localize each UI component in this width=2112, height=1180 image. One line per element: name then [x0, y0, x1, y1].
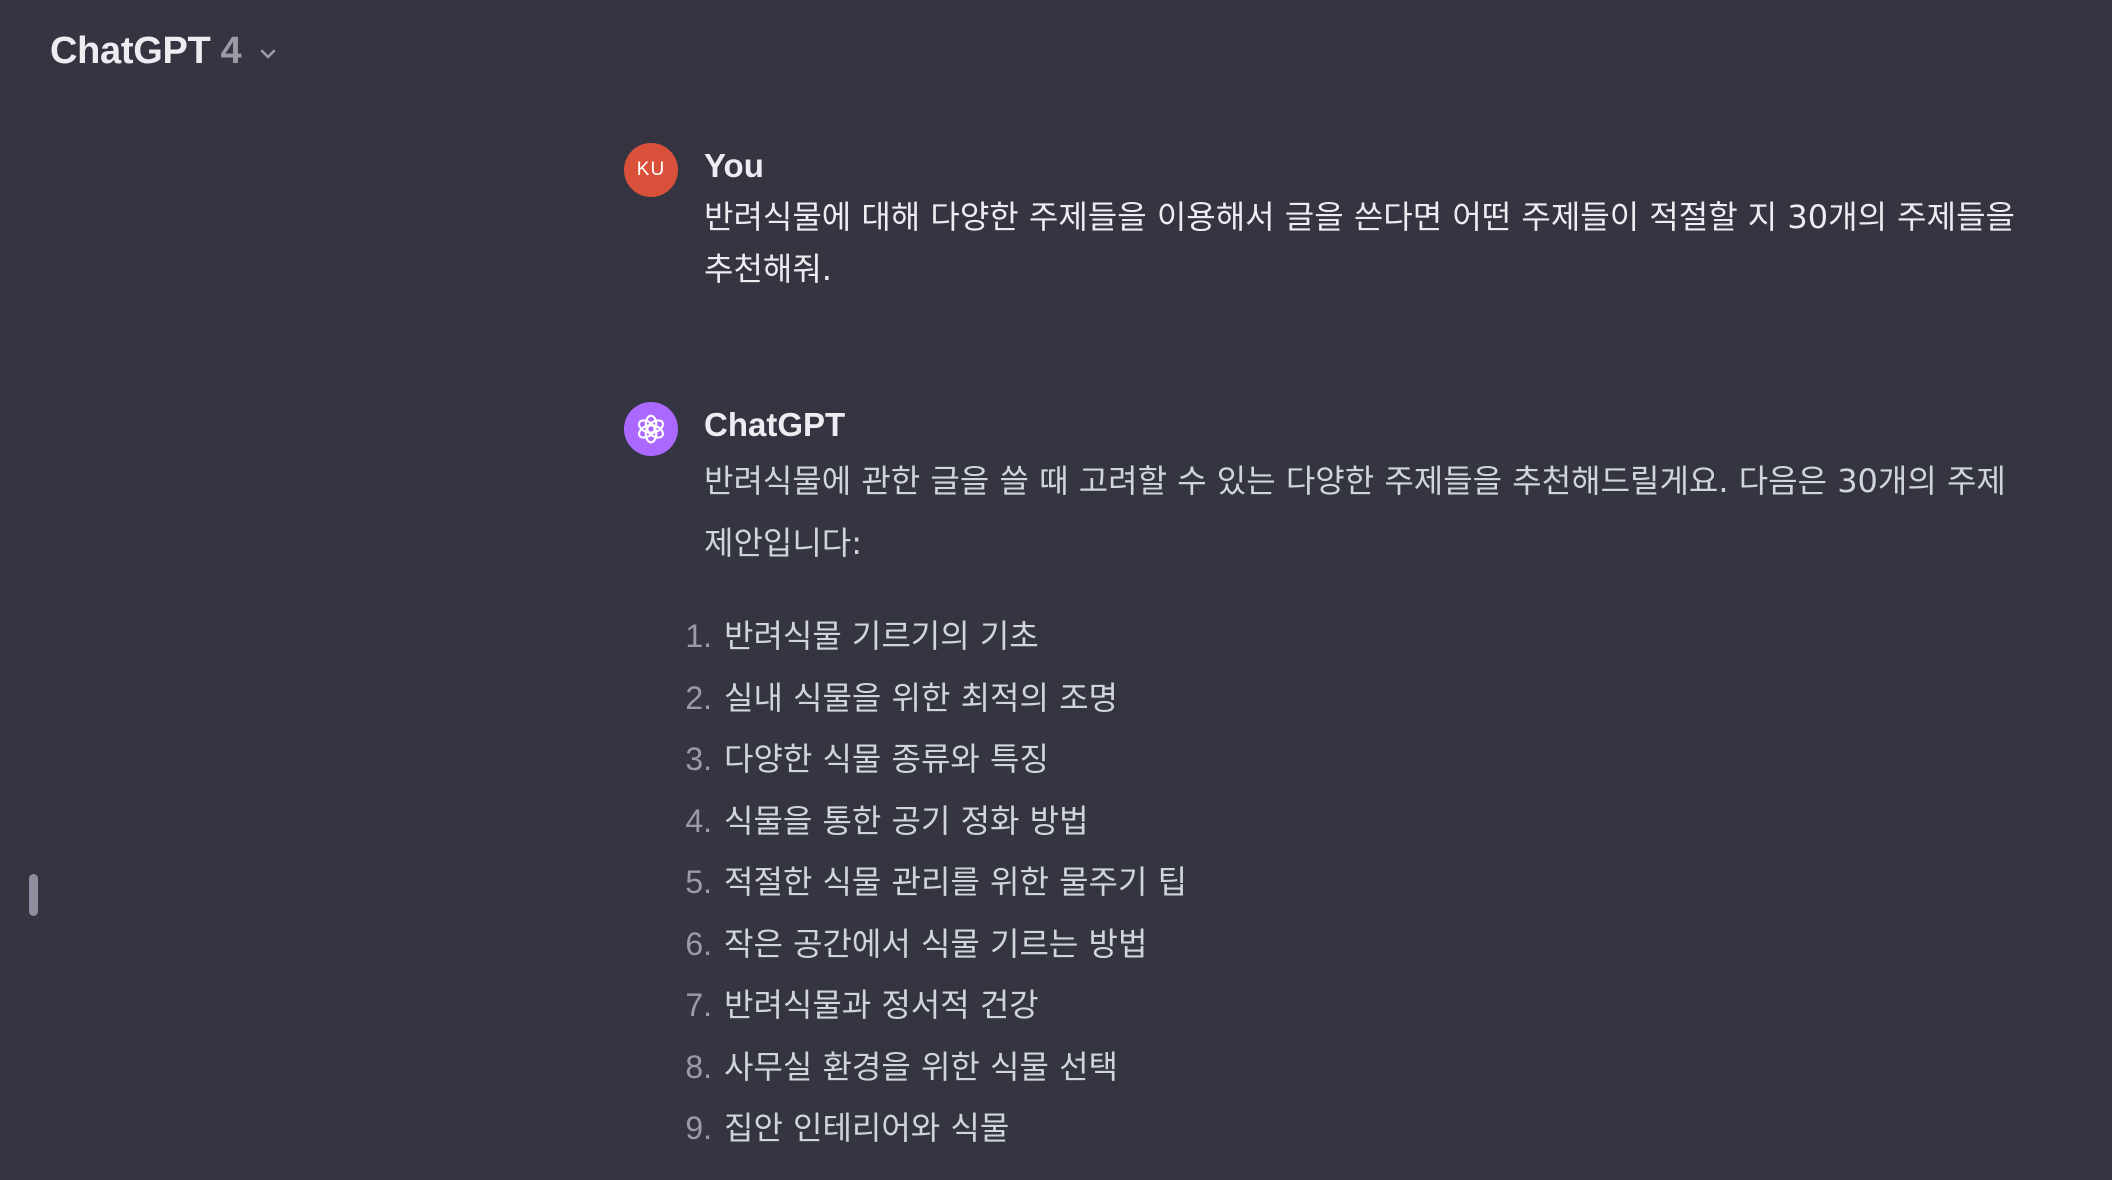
- model-switcher-button[interactable]: ChatGPT 4: [44, 26, 286, 77]
- list-item-text: 집안 인테리어와 식물: [724, 1109, 1010, 1147]
- assistant-message: ChatGPT 반려식물에 관한 글을 쓸 때 고려할 수 있는 다양한 주제들…: [624, 402, 2044, 1160]
- user-message: KU You 반려식물에 대해 다양한 주제들을 이용해서 글을 쓴다면 어떤 …: [624, 143, 2044, 295]
- list-item: 3. 다양한 식물 종류와 특징: [668, 729, 2044, 791]
- list-item: 4. 식물을 통한 공기 정화 방법: [668, 791, 2044, 853]
- list-item: 8. 사무실 환경을 위한 식물 선택: [668, 1037, 2044, 1099]
- list-item-text: 반려식물과 정서적 건강: [724, 986, 1039, 1024]
- list-item-text: 사무실 환경을 위한 식물 선택: [724, 1047, 1118, 1086]
- list-item-number: 1.: [685, 618, 712, 654]
- model-version: 4: [220, 30, 242, 72]
- topic-list: 1. 반려식물 기르기의 기초 2. 실내 식물을 위한 최적의 조명 3. 다…: [668, 606, 2044, 1160]
- list-item-number: 6.: [685, 925, 712, 962]
- list-item-text: 반려식물 기르기의 기초: [724, 617, 1039, 655]
- list-item: 1. 반려식물 기르기의 기초: [668, 606, 2044, 668]
- chevron-down-icon: [260, 49, 275, 58]
- list-item-number: 8.: [685, 1048, 712, 1085]
- list-item: 2. 실내 식물을 위한 최적의 조명: [668, 668, 2044, 730]
- user-avatar: KU: [624, 143, 678, 197]
- list-item-number: 5.: [685, 864, 712, 900]
- list-item-text: 다양한 식물 종류와 특징: [724, 740, 1049, 778]
- model-name: ChatGPT: [50, 30, 211, 72]
- list-item-number: 3.: [685, 741, 712, 777]
- list-item-text: 적절한 식물 관리를 위한 물주기 팁: [724, 863, 1188, 901]
- sidebar-toggle-handle[interactable]: [29, 874, 38, 916]
- user-avatar-initials: KU: [636, 159, 666, 180]
- list-item: 9. 집안 인테리어와 식물: [668, 1098, 2044, 1160]
- openai-logo-icon: [637, 414, 665, 444]
- assistant-avatar: [624, 402, 678, 456]
- list-item-number: 9.: [685, 1110, 712, 1146]
- assistant-intro-text: 반려식물에 관한 글을 쓸 때 고려할 수 있는 다양한 주제들을 추천해드릴게…: [704, 462, 2006, 562]
- user-author-label: You: [704, 147, 764, 184]
- list-item-number: 2.: [685, 679, 712, 716]
- list-item: 6. 작은 공간에서 식물 기르는 방법: [668, 914, 2044, 976]
- list-item: 5. 적절한 식물 관리를 위한 물주기 팁: [668, 852, 2044, 914]
- list-item-text: 작은 공간에서 식물 기르는 방법: [724, 924, 1148, 963]
- user-message-text: 반려식물에 대해 다양한 주제들을 이용해서 글을 쓴다면 어떤 주제들이 적절…: [704, 198, 2015, 288]
- chat-page: ChatGPT 4 KU You 반려식물에 대해 다양한 주제들을 이용해서 …: [0, 0, 2112, 1180]
- list-item: 7. 반려식물과 정서적 건강: [668, 975, 2044, 1037]
- list-item-text: 식물을 통한 공기 정화 방법: [724, 801, 1089, 840]
- assistant-message-body: ChatGPT 반려식물에 관한 글을 쓸 때 고려할 수 있는 다양한 주제들…: [685, 402, 2044, 1160]
- list-item-number: 7.: [685, 987, 712, 1023]
- list-item-text: 실내 식물을 위한 최적의 조명: [724, 678, 1118, 717]
- assistant-author-label: ChatGPT: [704, 406, 846, 443]
- list-item-number: 4.: [685, 802, 712, 839]
- user-message-body: You 반려식물에 대해 다양한 주제들을 이용해서 글을 쓴다면 어떤 주제들…: [704, 143, 2044, 295]
